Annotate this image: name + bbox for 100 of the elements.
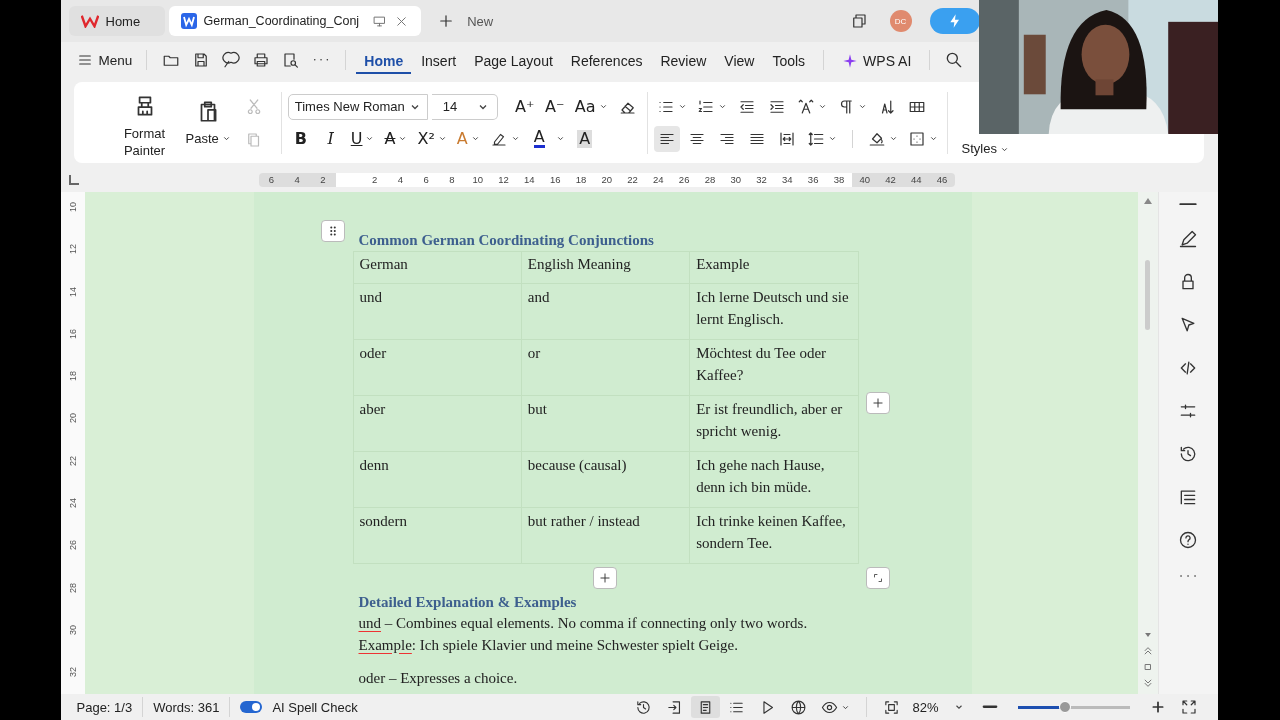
more-icon[interactable] — [1178, 572, 1198, 579]
table-resize-handle[interactable] — [865, 567, 890, 589]
caret-icon — [598, 102, 608, 111]
ruler-number: 10 — [67, 201, 78, 212]
align-left-button[interactable] — [653, 125, 680, 152]
styles-button[interactable]: Styles — [961, 141, 1009, 157]
caret-icon — [221, 134, 231, 143]
paragraph: oder – Expresses a choice. — [358, 669, 519, 688]
ruler-number: 18 — [67, 370, 78, 382]
ruler-number: 12 — [67, 243, 78, 255]
word-count[interactable]: Words: 361 — [153, 699, 220, 715]
caret-icon — [437, 134, 447, 143]
caret-icon — [857, 102, 867, 111]
document-icon — [180, 13, 197, 29]
add-row-button[interactable] — [592, 567, 617, 589]
table-heading: Common German Coordinating Conjunctions — [358, 232, 655, 249]
caret-icon — [470, 134, 480, 143]
fullscreen-icon — [1179, 698, 1198, 716]
file-tab[interactable]: Home — [68, 6, 165, 36]
file-tab[interactable]: German_Coordinating_Conj — [168, 6, 422, 36]
help-icon[interactable] — [1178, 529, 1198, 550]
spell-check-label: AI Spell Check — [272, 699, 358, 715]
fit-page-icon — [883, 698, 901, 716]
browse-object-icon[interactable] — [1142, 662, 1153, 672]
format-painter-button[interactable]: Format Painter — [109, 88, 180, 163]
paste-button[interactable]: Paste — [179, 94, 237, 151]
table-cell: aber — [353, 395, 522, 452]
add-column-button[interactable] — [865, 392, 890, 414]
ribbon-tab[interactable]: Tools — [764, 46, 814, 74]
ruler-number: 26 — [67, 539, 78, 551]
ribbon-tab[interactable]: Insert — [413, 46, 465, 74]
plus-icon — [870, 396, 885, 410]
menu-icon — [76, 52, 93, 68]
caret-icon — [817, 102, 827, 111]
caret-icon — [677, 102, 687, 111]
new-tab-button[interactable]: New — [437, 12, 494, 30]
grow-button[interactable]: A⁺ — [511, 93, 538, 120]
minus-icon[interactable] — [1178, 202, 1198, 207]
minus-icon — [981, 705, 998, 709]
logo — [80, 14, 99, 28]
scrollbar-thumb[interactable] — [1145, 260, 1150, 330]
table-move-handle[interactable] — [320, 220, 345, 242]
page-count[interactable]: Page: 1/3 — [76, 699, 133, 715]
paragraph: Example: Ich spiele Klavier und meine Schwester spielt Geige. — [358, 635, 739, 655]
table-cell: or — [521, 339, 690, 396]
menu-button[interactable]: Menu — [76, 52, 133, 68]
table-cell: Ich gehe nach Hause, denn ich bin müde. — [689, 451, 858, 508]
ruler-number: 14 — [67, 285, 78, 297]
paragraph: und – Combines equal elements. No comma if connecting only two words. — [358, 614, 809, 633]
table-cell: oder — [353, 339, 522, 396]
column-header: German — [353, 251, 522, 284]
column-header: Example — [689, 251, 858, 284]
ruler-number: 16 — [67, 327, 78, 339]
previous-page-icon[interactable] — [1142, 646, 1153, 656]
underline-button[interactable]: U — [347, 125, 378, 152]
ruler-number: 22 — [67, 454, 78, 466]
globe-icon — [790, 698, 808, 716]
horizontal-ruler[interactable]: 6 4 2 2 4 6 8 10 12 14 16 18 20 22 24 26 28 30 32 34 36 38 40 42 44 46 — [258, 173, 955, 187]
strike-button[interactable]: A — [381, 125, 411, 152]
ruler-number: 28 — [67, 581, 78, 593]
section-heading: Detailed Explanation & Examples — [358, 594, 578, 611]
pen-icon[interactable] — [1178, 229, 1198, 250]
ribbon-tab[interactable]: Page Layout — [466, 46, 561, 74]
zoom-select[interactable]: 82% — [912, 699, 964, 715]
caret-icon — [888, 134, 898, 143]
ruler-number: 32 — [67, 666, 78, 678]
wps-ai-button[interactable]: WPS AI — [834, 46, 920, 74]
page-view-button[interactable] — [691, 696, 721, 718]
borders-icon — [907, 129, 926, 148]
monitor-icon[interactable] — [372, 13, 388, 29]
italic-button[interactable]: I — [317, 125, 344, 152]
ribbon-tab[interactable]: View — [716, 46, 763, 74]
print-preview-icon — [282, 51, 301, 69]
ribbon-tab[interactable]: Home — [356, 46, 412, 74]
caret-icon — [555, 134, 565, 143]
case-button[interactable]: Aa — [571, 93, 611, 120]
caret-icon — [928, 134, 938, 143]
shrink-button[interactable]: A⁻ — [541, 93, 568, 120]
column-header: English Meaning — [521, 251, 690, 284]
table-cell: und — [353, 283, 522, 340]
table-cell: and — [521, 283, 690, 340]
font-size-select[interactable]: 14 — [431, 93, 498, 120]
table-cell: Ich lerne Deutsch und sie lernt Englisch. — [689, 283, 858, 340]
tab-stop-icon[interactable] — [68, 175, 79, 185]
ruler-number: 30 — [67, 623, 78, 635]
color-button[interactable]: A — [526, 125, 568, 152]
next-page-icon[interactable] — [1142, 678, 1153, 688]
table-cell: denn — [353, 451, 522, 508]
table-cell: Ich trinke keinen Kaffee, sondern Tee. — [689, 507, 858, 564]
spell-check-toggle[interactable] — [240, 701, 263, 713]
plus-icon — [597, 571, 612, 585]
superscript-button[interactable]: X² — [414, 125, 450, 152]
table-cell: because (causal) — [521, 451, 690, 508]
ribbon-tab[interactable]: Review — [652, 46, 715, 74]
table-cell: Möchtest du Tee oder Kaffee? — [689, 339, 858, 396]
ribbon-tab[interactable]: References — [562, 46, 651, 74]
scroll-up-icon[interactable] — [1143, 198, 1152, 204]
bold-button[interactable]: B — [287, 125, 314, 152]
font-name-select[interactable]: Times New Roman — [287, 93, 428, 120]
shade-button[interactable]: A — [571, 125, 598, 152]
